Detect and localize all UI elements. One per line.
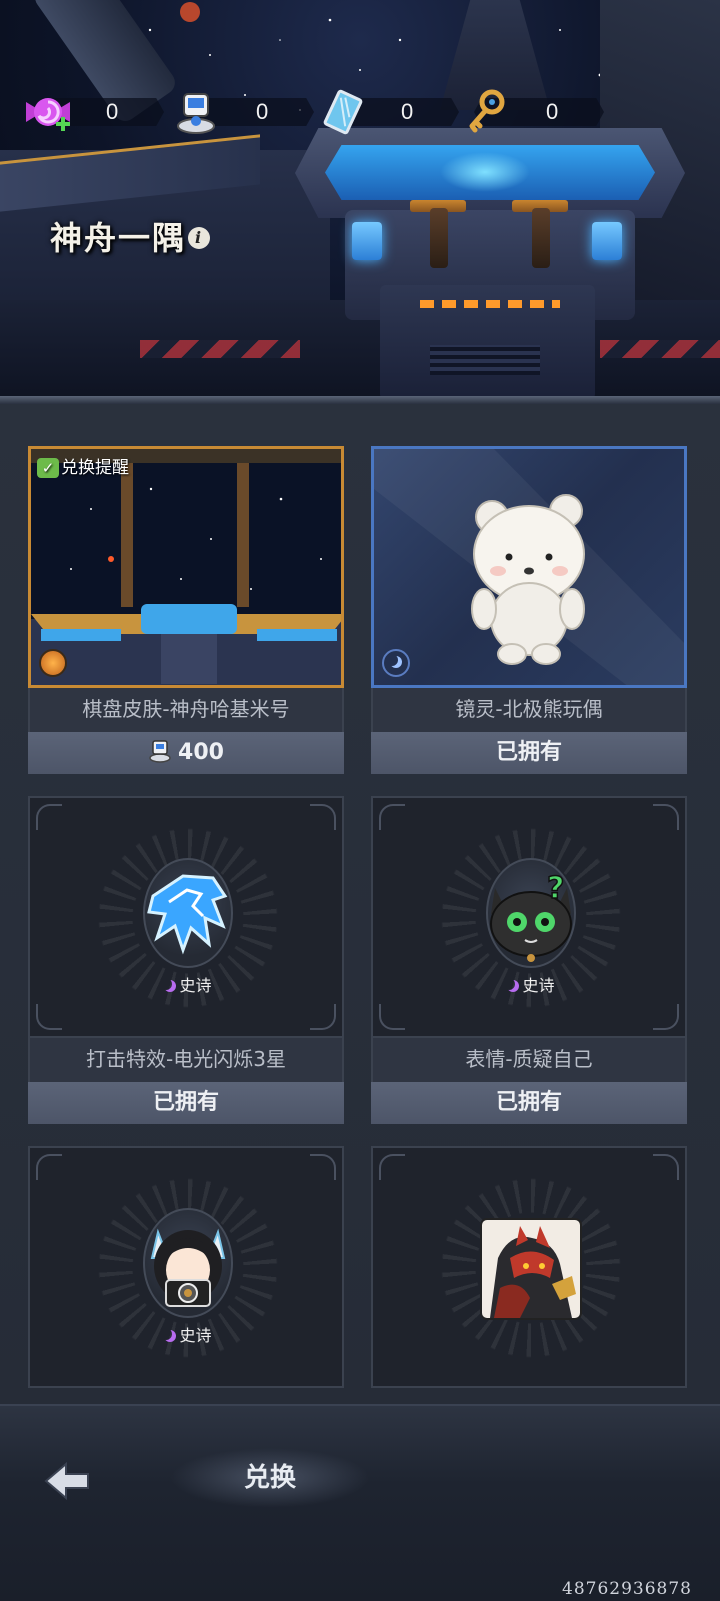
currency-value: 0	[546, 99, 559, 124]
currency-value: 0	[106, 99, 119, 124]
item-art	[371, 1146, 687, 1388]
header-scene: 0 0 0 0 神舟一隅 i	[0, 0, 720, 400]
svg-text:?: ?	[547, 871, 564, 906]
item-art: ✓ 兑换提醒	[28, 446, 344, 688]
item-art: 史诗	[28, 796, 344, 1038]
tab-exchange[interactable]: 兑换	[170, 1448, 370, 1508]
owned-label: 已拥有	[371, 732, 687, 774]
check-icon: ✓	[37, 458, 59, 478]
item-price-button[interactable]: 400	[28, 732, 344, 774]
moon-icon	[382, 649, 410, 677]
divider	[0, 396, 720, 404]
price-value: 400	[178, 740, 224, 765]
rarity-label: 史诗	[30, 972, 346, 996]
user-id: 487629368​78	[562, 1579, 692, 1599]
page-title-text: 神舟一隅	[50, 219, 187, 257]
spaceship-window-image	[31, 449, 341, 685]
skin-type-icon	[39, 649, 67, 677]
item-grid: ✓ 兑换提醒 棋盘皮肤-神舟哈基米号 400 镜灵-北极熊玩偶 已拥有 史诗 打…	[0, 404, 720, 1404]
candy-icon	[26, 98, 70, 131]
info-icon[interactable]: i	[188, 226, 211, 249]
black-cat-emote-icon: ?	[490, 870, 572, 962]
item-art: 史诗	[28, 1146, 344, 1388]
card-ticket-icon	[323, 89, 363, 135]
robot-token-icon	[149, 740, 171, 763]
robot-token-icon	[177, 93, 215, 134]
exchange-reminder-badge[interactable]: ✓ 兑换提醒	[37, 453, 129, 478]
currency-value: 0	[401, 99, 414, 124]
polar-bear-doll-image	[374, 449, 684, 685]
back-arrow-icon[interactable]	[40, 1456, 96, 1506]
rarity-label: 史诗	[30, 1322, 346, 1346]
item-name: 表情-质疑自己	[371, 1038, 687, 1082]
currency-value: 0	[256, 99, 269, 124]
lightning-effect-icon	[147, 874, 228, 955]
currency-bar: 0 0 0 0	[22, 89, 720, 135]
item-name: 棋盘皮肤-神舟哈基米号	[28, 688, 344, 732]
epic-moon-icon	[164, 980, 176, 992]
photographer-avatar-icon	[150, 1228, 226, 1307]
rarity-label: 史诗	[373, 972, 689, 996]
gold-key-icon	[469, 89, 505, 133]
item-name: 打击特效-电光闪烁3星	[28, 1038, 344, 1082]
item-art: ? 史诗	[371, 796, 687, 1038]
armored-warrior-avatar-icon	[480, 1218, 582, 1320]
item-art	[371, 446, 687, 688]
epic-moon-icon	[507, 980, 519, 992]
epic-moon-icon	[164, 1330, 176, 1342]
page-title: 神舟一隅 i	[50, 213, 211, 259]
item-name: 镜灵-北极熊玩偶	[371, 688, 687, 732]
owned-label: 已拥有	[371, 1082, 687, 1124]
bottom-bar: 兑换 487629368​78	[0, 1404, 720, 1601]
owned-label: 已拥有	[28, 1082, 344, 1124]
